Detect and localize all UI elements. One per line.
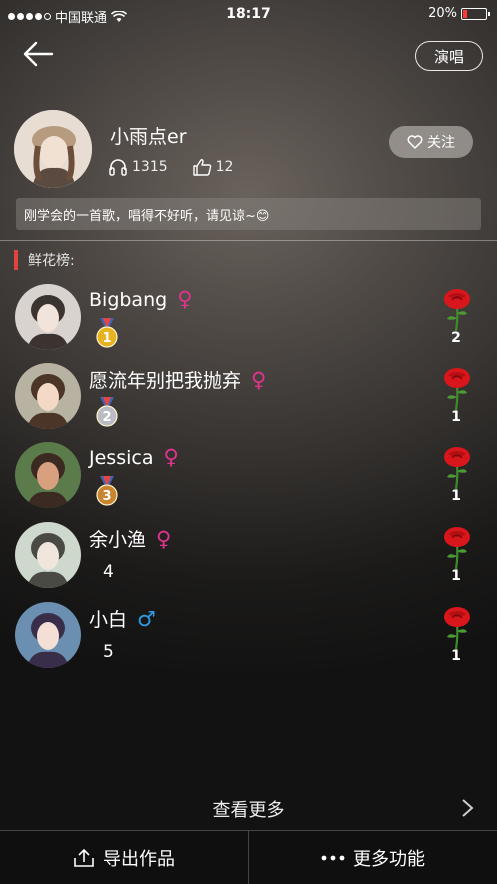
user-name-line: Jessica ♀ — [89, 445, 179, 469]
ranking-row[interactable]: Bigbang ♀ 1 2 — [0, 284, 497, 360]
rank-medal-icon: 1 — [94, 318, 120, 348]
avatar-image — [15, 602, 81, 668]
user-avatar[interactable] — [15, 363, 81, 429]
avatar-image — [15, 522, 81, 588]
rose-icon — [440, 288, 474, 332]
ranking-row[interactable]: Jessica ♀ 3 1 — [0, 442, 497, 518]
song-description: 刚学会的一首歌，唱得不好听，请见谅~😊 — [16, 198, 481, 230]
bottom-toolbar: 导出作品 更多功能 — [0, 830, 497, 884]
rose-icon — [440, 367, 474, 411]
avatar-image — [15, 442, 81, 508]
user-name-line: 余小渔 ♀ — [89, 525, 171, 552]
listen-count-value: 1315 — [132, 159, 168, 175]
female-icon: ♀ — [251, 368, 267, 392]
rank-number: 3 — [102, 489, 111, 504]
battery-percent: 20% — [428, 6, 457, 21]
battery-status: 20% — [428, 6, 490, 21]
user-name-line: 愿流年别把我抛弃 ♀ — [89, 366, 266, 393]
user-name: 愿流年别把我抛弃 — [89, 370, 242, 392]
more-functions-button[interactable]: 更多功能 — [249, 831, 497, 884]
male-icon: ♂ — [137, 607, 156, 631]
sing-button[interactable]: 演唱 — [415, 41, 483, 71]
flower-count: 1 — [451, 648, 461, 664]
view-more-label: 查看更多 — [212, 800, 285, 821]
flower-count: 1 — [451, 488, 461, 504]
export-work-label: 导出作品 — [103, 848, 175, 870]
ranking-row[interactable]: 小白 ♂ 5 1 — [0, 602, 497, 678]
battery-icon — [461, 7, 490, 20]
flower-ranking-title-text: 鲜花榜: — [28, 253, 75, 269]
rank-number: 1 — [102, 331, 111, 346]
view-more-link[interactable]: 查看更多 — [0, 790, 497, 826]
section-accent-bar — [14, 250, 18, 270]
ranking-row[interactable]: 愿流年别把我抛弃 ♀ 2 1 — [0, 363, 497, 439]
profile-stats: 1315 12 — [108, 158, 257, 176]
follow-label: 关注 — [427, 135, 455, 151]
thumbs-up-icon — [192, 159, 211, 176]
export-icon — [74, 848, 94, 867]
flower-count: 1 — [451, 568, 461, 584]
profile-avatar[interactable] — [14, 110, 92, 188]
avatar-image — [14, 110, 92, 188]
listen-count: 1315 — [108, 158, 168, 176]
rank-medal-icon: 3 — [94, 476, 120, 506]
user-avatar[interactable] — [15, 602, 81, 668]
chevron-right-icon — [462, 799, 474, 817]
back-arrow-icon — [23, 41, 54, 67]
status-time: 18:17 — [226, 6, 271, 22]
user-avatar[interactable] — [15, 284, 81, 350]
heart-outline-icon — [407, 135, 423, 149]
user-name: Bigbang — [89, 289, 168, 311]
rank-number: 5 — [103, 642, 114, 662]
profile-username: 小雨点er — [110, 126, 187, 148]
flower-count: 2 — [451, 330, 461, 346]
user-name: Jessica — [89, 447, 154, 469]
follow-button[interactable]: 关注 — [389, 126, 473, 158]
user-name-line: Bigbang ♀ — [89, 287, 193, 311]
rose-icon — [440, 526, 474, 570]
status-bar: 中国联通 18:17 20% — [0, 0, 497, 30]
rose-icon — [440, 606, 474, 650]
rank-number: 2 — [102, 410, 111, 425]
like-count: 12 — [192, 158, 234, 176]
female-icon: ♀ — [156, 527, 172, 551]
avatar-image — [15, 363, 81, 429]
headphones-icon — [109, 159, 127, 176]
ranking-row[interactable]: 余小渔 ♀ 4 1 — [0, 522, 497, 598]
flower-ranking-title: 鲜花榜: — [14, 249, 75, 271]
user-avatar[interactable] — [15, 522, 81, 588]
user-name: 小白 — [89, 609, 128, 631]
female-icon: ♀ — [163, 445, 179, 469]
export-work-button[interactable]: 导出作品 — [0, 831, 248, 884]
female-icon: ♀ — [177, 287, 193, 311]
flower-count: 1 — [451, 409, 461, 425]
like-count-value: 12 — [215, 159, 234, 175]
more-functions-label: 更多功能 — [353, 848, 425, 870]
user-avatar[interactable] — [15, 442, 81, 508]
user-name-line: 小白 ♂ — [89, 605, 156, 632]
back-button[interactable] — [22, 40, 58, 70]
rose-icon — [440, 446, 474, 490]
more-dots-icon — [321, 855, 345, 860]
rank-number: 4 — [103, 562, 114, 582]
avatar-image — [15, 284, 81, 350]
user-name: 余小渔 — [89, 529, 147, 551]
rank-medal-icon: 2 — [94, 397, 120, 427]
divider — [0, 240, 497, 241]
